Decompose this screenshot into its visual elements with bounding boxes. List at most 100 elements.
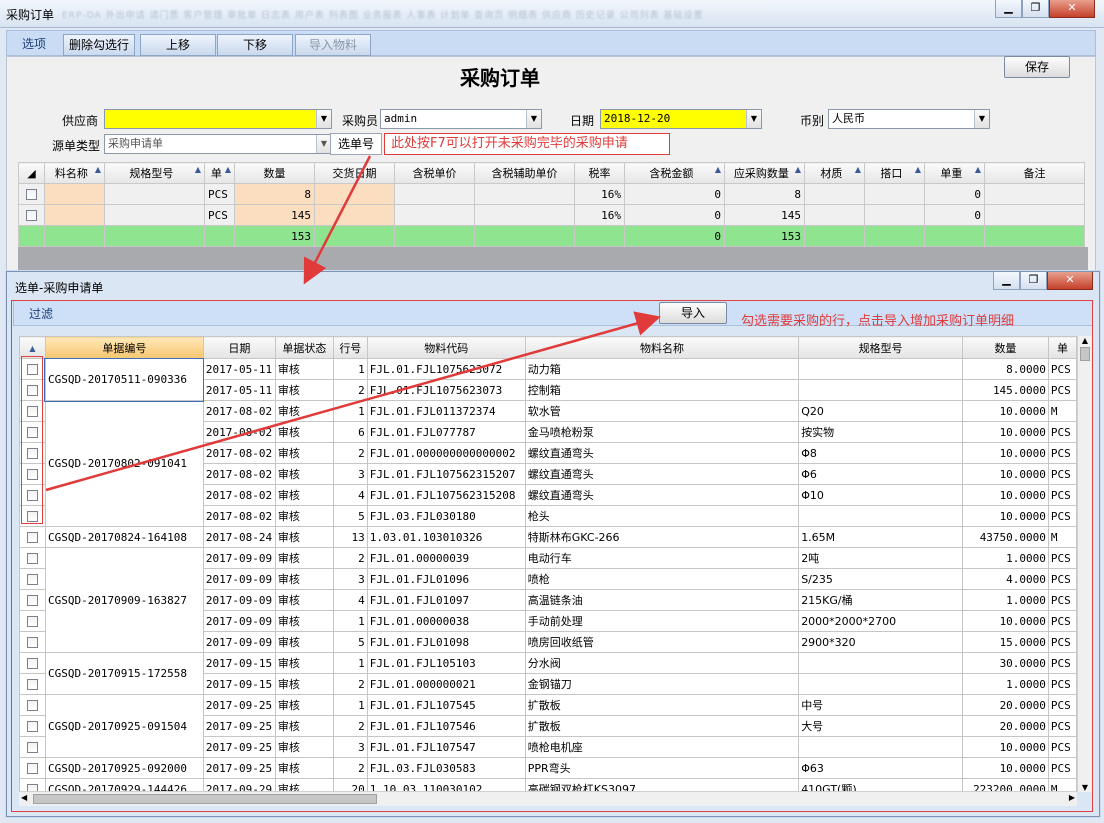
grid-cell[interactable] xyxy=(798,652,963,674)
grid-cell[interactable]: 4.0000 xyxy=(961,568,1049,590)
col-header[interactable]: 物料代码 xyxy=(366,336,526,359)
row-checkbox[interactable] xyxy=(26,742,38,753)
grid-cell[interactable]: PCS xyxy=(1047,379,1077,401)
grid-cell[interactable]: FJL.01.000000000000002 xyxy=(366,442,526,464)
col-header[interactable]: 含税辅助单价 xyxy=(474,162,575,184)
col-header[interactable]: 交货日期 xyxy=(314,162,395,184)
grid-cell[interactable]: PCS xyxy=(1047,694,1077,716)
grid-cell[interactable]: 145 xyxy=(234,204,315,226)
grid-cell[interactable] xyxy=(44,204,105,226)
grid-cell[interactable]: PCS xyxy=(1047,757,1077,779)
grid-cell[interactable] xyxy=(314,183,395,205)
grid-cell[interactable]: 审核 xyxy=(274,715,334,737)
total-row[interactable]: 153 0 153 xyxy=(18,225,1085,247)
grid-cell[interactable]: 审核 xyxy=(274,736,334,758)
grid-cell[interactable]: 2 xyxy=(332,442,368,464)
grid-cell[interactable]: PCS xyxy=(1047,568,1077,590)
select-order-field[interactable]: 选单号 xyxy=(330,133,382,155)
col-header[interactable]: 料名称 ▲ xyxy=(44,162,105,184)
grid-cell[interactable]: PCS xyxy=(1047,673,1077,695)
grid-cell[interactable]: 2017-08-02 xyxy=(202,400,276,422)
grid-cell[interactable]: 枪头 xyxy=(524,505,800,527)
col-header[interactable]: 税率 xyxy=(574,162,625,184)
grid-cell[interactable]: 大号 xyxy=(798,715,963,737)
grid-cell[interactable]: PCS xyxy=(1047,463,1077,485)
col-header[interactable]: 含税金额 ▲ xyxy=(624,162,725,184)
buyer-field[interactable]: admin ▼ xyxy=(380,109,542,129)
grid-cell[interactable] xyxy=(204,225,235,247)
grid-cell[interactable]: 2017-09-25 xyxy=(202,736,276,758)
doc-number-cell[interactable]: CGSQD-20170929-144426 xyxy=(44,778,204,792)
import-material-button[interactable]: 导入物料 xyxy=(295,34,371,56)
grid-cell[interactable]: 2017-09-09 xyxy=(202,610,276,632)
grid-cell[interactable]: 223200.0000 xyxy=(961,778,1049,792)
grid-cell[interactable]: FJL.01.FJL107545 xyxy=(366,694,526,716)
row-checkbox[interactable] xyxy=(26,721,38,732)
scroll-thumb[interactable] xyxy=(33,794,377,804)
currency-field[interactable]: 人民币 ▼ xyxy=(828,109,990,129)
grid-cell[interactable]: 15.0000 xyxy=(961,631,1049,653)
grid-cell[interactable] xyxy=(804,183,865,205)
row-select-cell[interactable] xyxy=(19,736,46,758)
grid-cell[interactable]: 软水管 xyxy=(524,400,800,422)
grid-cell[interactable]: FJL.01.FJL01098 xyxy=(366,631,526,653)
grid-cell[interactable]: 中号 xyxy=(798,694,963,716)
grid-cell[interactable]: 20.0000 xyxy=(961,715,1049,737)
doc-number-cell[interactable]: CGSQD-20170909-163827 xyxy=(44,547,204,653)
doc-number-cell[interactable]: CGSQD-20170802-091041 xyxy=(44,400,204,527)
grid-cell[interactable]: 2 xyxy=(332,673,368,695)
grid-cell[interactable]: 2017-09-09 xyxy=(202,547,276,569)
grid-cell[interactable]: 2 xyxy=(332,715,368,737)
scroll-thumb[interactable] xyxy=(1080,347,1090,361)
grid-cell[interactable]: 2 xyxy=(332,547,368,569)
col-header[interactable]: 数量 xyxy=(961,336,1049,359)
row-select-cell[interactable] xyxy=(19,589,46,611)
chevron-down-icon[interactable]: ▼ xyxy=(746,110,761,128)
row-checkbox[interactable] xyxy=(26,679,38,690)
col-header[interactable]: 备注 xyxy=(984,162,1085,184)
row-select-cell[interactable] xyxy=(18,204,45,226)
row-select-cell[interactable] xyxy=(19,547,46,569)
grid-cell[interactable]: 审核 xyxy=(274,757,334,779)
grid-cell[interactable]: 5 xyxy=(332,631,368,653)
chevron-down-icon[interactable]: ▼ xyxy=(974,110,989,128)
grid-cell[interactable]: PCS xyxy=(204,204,235,226)
row-checkbox[interactable] xyxy=(26,658,38,669)
row-select-cell[interactable] xyxy=(19,694,46,716)
col-header[interactable]: 单据编号 xyxy=(44,336,204,359)
row-checkbox[interactable] xyxy=(26,700,38,711)
grid-cell[interactable]: Φ63 xyxy=(798,757,963,779)
grid-cell[interactable]: 8.0000 xyxy=(961,358,1049,380)
dialog-maximize-button[interactable]: ❐ xyxy=(1020,272,1047,290)
row-checkbox[interactable] xyxy=(26,595,38,606)
scroll-down-icon[interactable]: ▼ xyxy=(1078,783,1092,792)
move-up-button[interactable]: 上移 xyxy=(140,34,216,56)
scroll-right-icon[interactable]: ▶ xyxy=(1069,793,1075,802)
grid-cell[interactable]: 6 xyxy=(332,421,368,443)
grid-cell[interactable]: 13 xyxy=(332,526,368,548)
row-select-cell[interactable] xyxy=(18,225,45,247)
options-tab[interactable]: 选项 xyxy=(13,34,55,54)
grid-cell[interactable] xyxy=(394,204,475,226)
grid-cell[interactable] xyxy=(44,225,105,247)
doc-number-cell[interactable]: CGSQD-20170915-172558 xyxy=(44,652,204,695)
grid-cell[interactable]: 审核 xyxy=(274,526,334,548)
grid-cell[interactable]: 2吨 xyxy=(798,547,963,569)
grid-cell[interactable]: 1.03.01.103010326 xyxy=(366,526,526,548)
table-row[interactable]: CGSQD-20170802-091041 2017-08-02 审核 1 FJL.01… xyxy=(19,400,1077,527)
row-checkbox[interactable] xyxy=(26,616,38,627)
grid-cell[interactable]: S/235 xyxy=(798,568,963,590)
grid-cell[interactable]: 螺纹直通弯头 xyxy=(524,442,800,464)
delete-checked-button[interactable]: 删除勾选行 xyxy=(63,34,135,56)
vertical-scrollbar[interactable]: ▲ ▼ xyxy=(1077,336,1092,792)
scroll-left-icon[interactable]: ◀ xyxy=(21,793,27,802)
grid-cell[interactable]: PCS xyxy=(1047,715,1077,737)
grid-cell[interactable]: Q20 xyxy=(798,400,963,422)
grid-cell[interactable]: 动力箱 xyxy=(524,358,800,380)
grid-cell[interactable]: FJL.01.000000021 xyxy=(366,673,526,695)
grid-cell[interactable]: 审核 xyxy=(274,652,334,674)
grid-cell[interactable]: PCS xyxy=(1047,442,1077,464)
row-select-cell[interactable] xyxy=(19,757,46,779)
grid-cell[interactable]: 2017-09-09 xyxy=(202,589,276,611)
grid-cell[interactable]: PCS xyxy=(1047,358,1077,380)
